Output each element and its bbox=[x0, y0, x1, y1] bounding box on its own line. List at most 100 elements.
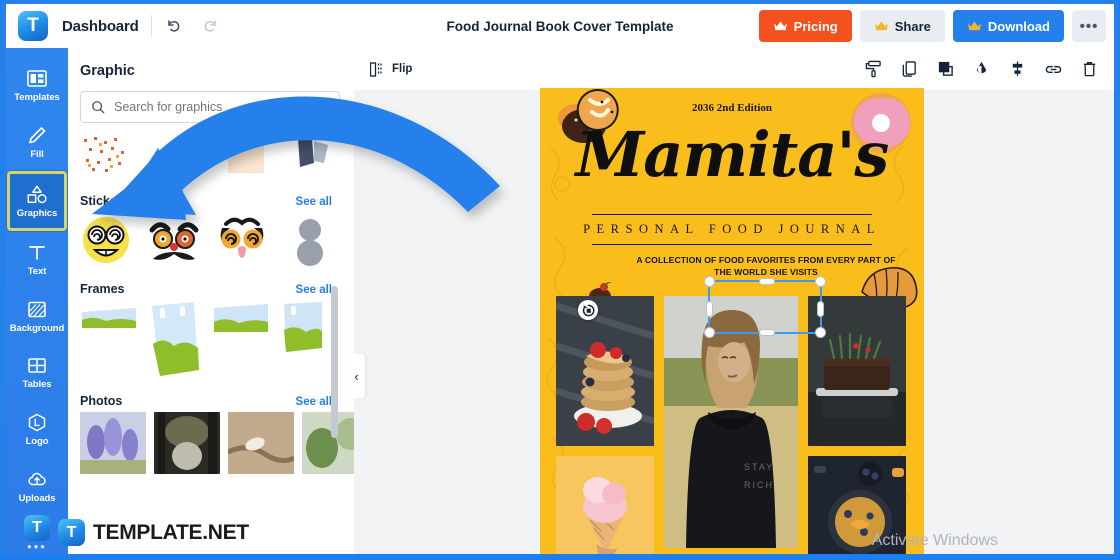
cover-brand-title: Mamita's bbox=[575, 118, 890, 191]
sidebar-item-uploads[interactable]: Uploads bbox=[8, 458, 66, 514]
align-icon[interactable] bbox=[1009, 60, 1026, 78]
opacity-droplet-icon[interactable] bbox=[973, 60, 990, 78]
logo-icon bbox=[28, 413, 46, 432]
undo-icon[interactable] bbox=[164, 16, 184, 36]
text-icon bbox=[29, 246, 45, 261]
app-window: T Dashboard Food Journal Book Cover Temp… bbox=[0, 0, 1120, 560]
sidebar-item-tables[interactable]: Tables bbox=[8, 345, 66, 401]
sticker-clown-face[interactable] bbox=[216, 214, 268, 266]
resize-handle-s[interactable] bbox=[759, 329, 775, 336]
skillet-blueberry-photo[interactable] bbox=[808, 456, 906, 554]
sidebar-label: Background bbox=[9, 322, 65, 334]
resize-handle-ne[interactable] bbox=[815, 276, 826, 287]
duplicate-icon[interactable] bbox=[901, 60, 918, 78]
search-box[interactable] bbox=[80, 91, 340, 123]
resize-handle-se[interactable] bbox=[815, 327, 826, 338]
panel-photo-crocus[interactable] bbox=[80, 412, 146, 474]
crown-icon bbox=[967, 21, 981, 31]
svg-text:RICH: RICH bbox=[744, 480, 774, 490]
book-cover-design[interactable]: 2036 2nd Edition Mamita's PERSONAL FOOD … bbox=[540, 88, 924, 556]
sidebar-label: Graphics bbox=[16, 207, 58, 219]
frame-wide[interactable] bbox=[80, 300, 138, 370]
share-button[interactable]: Share bbox=[859, 10, 945, 42]
sidebar-label: Tables bbox=[22, 379, 52, 391]
see-all-photos[interactable]: See all bbox=[296, 396, 332, 408]
sidebar-label: Text bbox=[27, 266, 47, 278]
canvas-tools bbox=[865, 60, 1098, 78]
sidebar-item-background[interactable]: Background bbox=[8, 289, 66, 345]
frame-tall-bag[interactable] bbox=[146, 300, 204, 378]
section-header-frames: Frames See all bbox=[68, 266, 354, 296]
pricing-button[interactable]: Pricing bbox=[758, 10, 852, 42]
shapes-icon bbox=[27, 185, 47, 203]
canvas-toolbar: Flip bbox=[354, 48, 1114, 90]
redo-icon[interactable] bbox=[200, 16, 220, 36]
panel-scrollbar[interactable] bbox=[331, 286, 338, 438]
link-icon[interactable] bbox=[1045, 60, 1062, 78]
chocolate-cake-photo[interactable] bbox=[808, 296, 906, 446]
crop-rotate-icon[interactable] bbox=[578, 300, 598, 320]
photos-row: › bbox=[68, 408, 354, 474]
cover-description: A COLLECTION OF FOOD FAVORITES FROM EVER… bbox=[636, 255, 896, 278]
sidebar-footer-dots: ••• bbox=[27, 539, 47, 554]
selection-box[interactable] bbox=[704, 276, 826, 338]
section-header-stickers: Stickers See all bbox=[68, 178, 354, 208]
resize-handle-w[interactable] bbox=[706, 301, 713, 317]
cover-rule-top bbox=[592, 214, 872, 215]
crown-icon bbox=[773, 21, 787, 31]
see-all-stickers[interactable]: See all bbox=[296, 196, 332, 208]
panel-photo-forest[interactable] bbox=[154, 412, 220, 474]
frame-medium[interactable] bbox=[212, 300, 270, 370]
app-logo[interactable]: T bbox=[18, 11, 48, 41]
download-button[interactable]: Download bbox=[952, 10, 1064, 42]
header-actions: Pricing Share Download ••• bbox=[758, 10, 1106, 42]
woman-portrait-photo[interactable]: STAY RICH bbox=[664, 296, 798, 554]
stickers-row: › bbox=[68, 208, 354, 266]
cover-subtitle: PERSONAL FOOD JOURNAL bbox=[583, 222, 881, 236]
sticker-gray-partial[interactable] bbox=[284, 214, 336, 266]
dashboard-link[interactable]: Dashboard bbox=[62, 18, 139, 35]
panel-title: Graphic bbox=[80, 63, 135, 79]
panel-photo-bud[interactable] bbox=[228, 412, 294, 474]
sticker-mustache-eyes[interactable] bbox=[148, 214, 200, 266]
panel-photo-leaf[interactable] bbox=[302, 412, 354, 474]
sidebar-item-graphics[interactable]: Graphics bbox=[7, 171, 67, 231]
cover-edition-text: 2036 2nd Edition bbox=[691, 102, 773, 114]
more-options-button[interactable]: ••• bbox=[1072, 10, 1106, 42]
sidebar-footer-logo[interactable]: T bbox=[24, 515, 50, 541]
sidebar-footer: T ••• bbox=[24, 515, 50, 554]
frames-row: › bbox=[68, 296, 354, 378]
sticker-dizzy-face[interactable] bbox=[80, 214, 132, 266]
undo-redo-group bbox=[164, 16, 220, 36]
header-divider bbox=[150, 15, 152, 37]
search-icon bbox=[92, 101, 105, 114]
panel-collapse-button[interactable]: ‹ bbox=[348, 354, 365, 398]
sidebar-label: Uploads bbox=[18, 492, 56, 504]
ice-cream-cone-photo[interactable] bbox=[556, 456, 654, 554]
flip-button[interactable]: Flip bbox=[370, 61, 412, 77]
resize-handle-e[interactable] bbox=[817, 301, 824, 317]
cover-rule-bottom bbox=[592, 244, 872, 245]
layers-position-icon[interactable] bbox=[937, 60, 954, 78]
frame-partial[interactable] bbox=[278, 300, 326, 370]
graphic-thumb-abstract[interactable] bbox=[284, 133, 344, 178]
resize-handle-n[interactable] bbox=[759, 278, 775, 285]
delete-trash-icon[interactable] bbox=[1081, 60, 1098, 78]
resize-handle-nw[interactable] bbox=[704, 276, 715, 287]
sidebar-item-text[interactable]: Text bbox=[8, 232, 66, 288]
paint-roller-icon[interactable] bbox=[865, 60, 882, 78]
graphic-thumb-confetti[interactable] bbox=[80, 133, 140, 178]
sidebar-label: Templates bbox=[14, 92, 60, 104]
download-label: Download bbox=[987, 18, 1050, 34]
share-label: Share bbox=[894, 18, 931, 34]
sidebar-item-templates[interactable]: Templates bbox=[8, 58, 66, 114]
graphic-thumb-peach-square[interactable] bbox=[216, 133, 276, 178]
graphic-thumb-wave[interactable] bbox=[148, 133, 208, 178]
pancake-stack-photo[interactable] bbox=[556, 296, 654, 446]
resize-handle-sw[interactable] bbox=[704, 327, 715, 338]
search-input[interactable] bbox=[114, 100, 329, 114]
sidebar-item-fill[interactable]: Fill bbox=[8, 115, 66, 171]
see-all-frames[interactable]: See all bbox=[296, 284, 332, 296]
sidebar-item-logo[interactable]: Logo bbox=[8, 402, 66, 458]
tables-icon bbox=[28, 358, 46, 374]
